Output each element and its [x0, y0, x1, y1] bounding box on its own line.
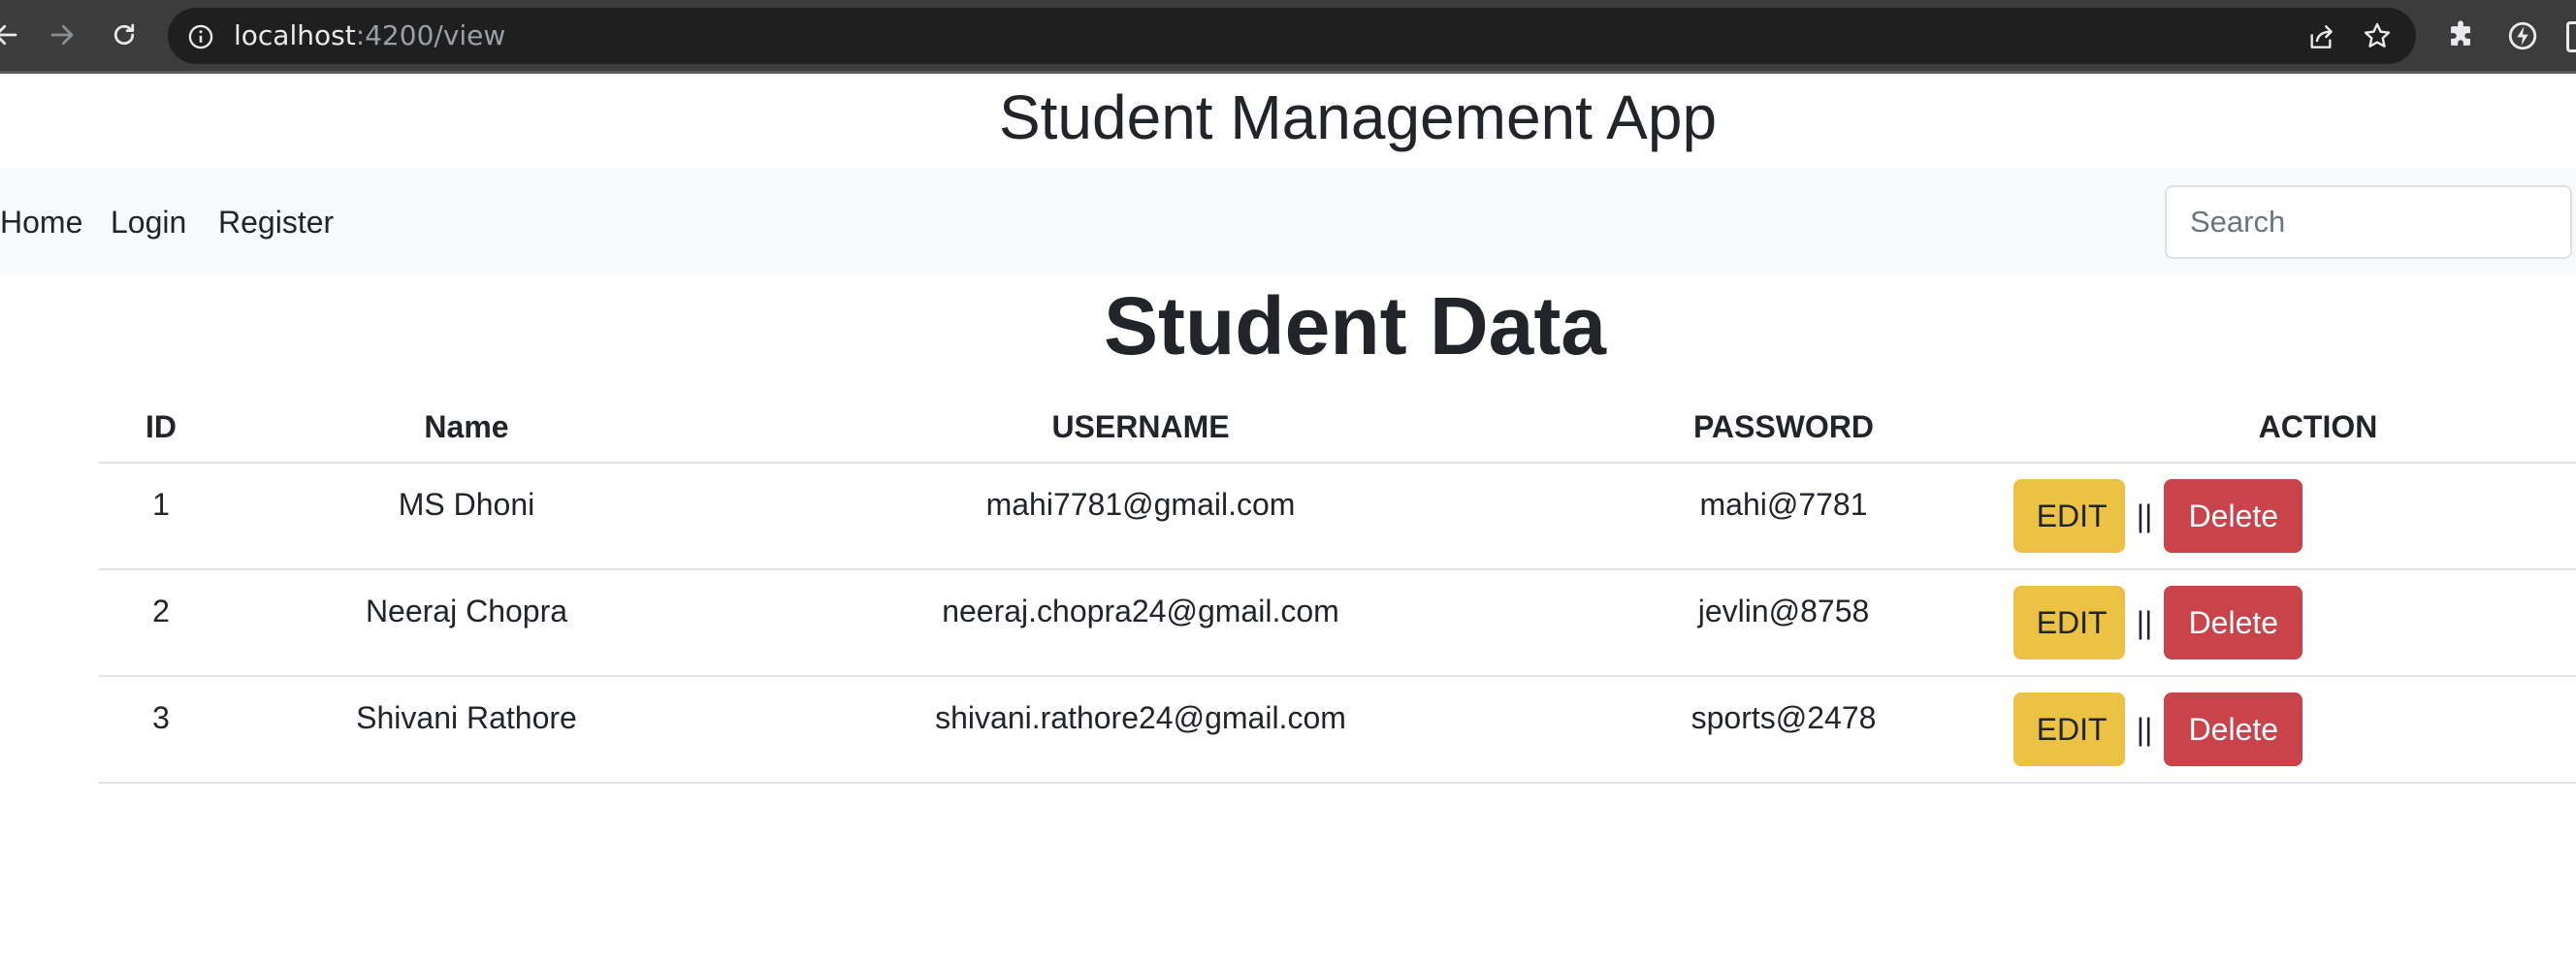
cell-id: 2: [99, 569, 223, 677]
app-title: Student Management App: [998, 82, 1718, 152]
puzzle-icon[interactable]: [2444, 19, 2477, 52]
cell-password: mahi@7781: [1571, 463, 1996, 570]
row-actions: EDIT || Delete: [2012, 479, 2303, 553]
nav-link-login[interactable]: Login: [111, 169, 186, 275]
page-title: Student Data: [1103, 280, 1607, 371]
delete-button[interactable]: Delete: [2164, 586, 2303, 660]
row-actions: EDIT || Delete: [2012, 586, 2303, 660]
cell-username: neeraj.chopra24@gmail.com: [710, 569, 1571, 677]
cell-name: Shivani Rathore: [223, 676, 710, 784]
action-separator: ||: [2136, 711, 2153, 747]
nav-link-home[interactable]: Home: [0, 169, 82, 275]
profile-edge[interactable]: [2566, 21, 2576, 52]
cell-name: MS Dhoni: [223, 463, 710, 570]
cell-id: 3: [99, 676, 223, 784]
cell-name: Neeraj Chopra: [223, 569, 710, 677]
star-icon[interactable]: [2362, 20, 2393, 51]
performance-icon[interactable]: [2506, 19, 2539, 52]
header-action: ACTION: [1996, 393, 2576, 464]
student-table: ID Name USERNAME PASSWORD ACTION 1 MS Dh…: [99, 393, 2576, 784]
cell-username: shivani.rathore24@gmail.com: [710, 676, 1571, 784]
url-host: localhost: [234, 19, 356, 51]
nav-link-register[interactable]: Register: [218, 169, 334, 275]
search-input[interactable]: [2165, 185, 2572, 259]
url-text[interactable]: localhost:4200/view: [234, 8, 505, 64]
cell-password: jevlin@8758: [1571, 569, 1996, 677]
cell-id: 1: [99, 463, 223, 570]
cell-password: sports@2478: [1571, 676, 1996, 784]
header-username: USERNAME: [710, 393, 1571, 464]
delete-button[interactable]: Delete: [2164, 692, 2303, 766]
table-row: 2 Neeraj Chopra neeraj.chopra24@gmail.co…: [99, 569, 2576, 677]
edit-button[interactable]: EDIT: [2012, 692, 2125, 766]
table-header-row: ID Name USERNAME PASSWORD ACTION: [99, 393, 2576, 464]
cell-username: mahi7781@gmail.com: [710, 463, 1571, 570]
forward-arrow-icon[interactable]: [43, 16, 81, 54]
address-bar[interactable]: localhost:4200/view: [168, 8, 2416, 64]
table-row: 3 Shivani Rathore shivani.rathore24@gmai…: [99, 676, 2576, 784]
back-arrow-icon[interactable]: [0, 16, 25, 54]
action-separator: ||: [2136, 498, 2153, 533]
cell-action: EDIT || Delete: [1996, 569, 2576, 677]
table-row: 1 MS Dhoni mahi7781@gmail.com mahi@7781 …: [99, 463, 2576, 570]
reload-icon[interactable]: [105, 16, 144, 54]
header-id: ID: [99, 393, 223, 464]
info-icon[interactable]: [187, 23, 214, 50]
url-path: :4200/view: [355, 19, 506, 51]
cell-action: EDIT || Delete: [1996, 463, 2576, 570]
header-name: Name: [223, 393, 710, 464]
navbar: Home Login Register: [0, 169, 2576, 275]
edit-button[interactable]: EDIT: [2012, 479, 2125, 553]
cell-action: EDIT || Delete: [1996, 676, 2576, 784]
header-password: PASSWORD: [1571, 393, 1996, 464]
delete-button[interactable]: Delete: [2164, 479, 2303, 553]
browser-toolbar: localhost:4200/view: [0, 0, 2576, 74]
edit-button[interactable]: EDIT: [2012, 586, 2125, 660]
row-actions: EDIT || Delete: [2012, 692, 2303, 766]
share-icon[interactable]: [2305, 21, 2336, 52]
action-separator: ||: [2136, 604, 2153, 640]
